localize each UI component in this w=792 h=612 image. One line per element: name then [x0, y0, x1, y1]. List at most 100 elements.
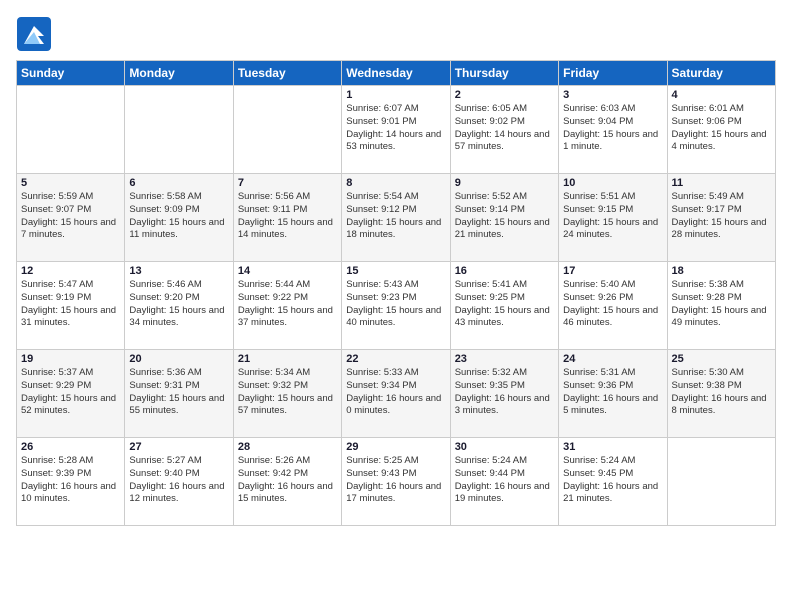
cell-info: Sunrise: 5:51 AM Sunset: 9:15 PM Dayligh… [563, 191, 662, 242]
cell-info: Sunrise: 5:59 AM Sunset: 9:07 PM Dayligh… [21, 191, 120, 242]
day-number: 26 [21, 441, 120, 453]
cell-info: Sunrise: 5:43 AM Sunset: 9:23 PM Dayligh… [346, 279, 445, 330]
calendar-cell: 7 Sunrise: 5:56 AM Sunset: 9:11 PM Daylig… [233, 174, 341, 262]
day-number: 25 [672, 353, 771, 365]
calendar-cell: 14 Sunrise: 5:44 AM Sunset: 9:22 PM Dayli… [233, 262, 341, 350]
calendar-cell [17, 86, 125, 174]
day-number: 1 [346, 89, 445, 101]
calendar-week-5: 26 Sunrise: 5:28 AM Sunset: 9:39 PM Dayli… [17, 438, 776, 526]
day-number: 8 [346, 177, 445, 189]
day-number: 9 [455, 177, 554, 189]
cell-info: Sunrise: 5:32 AM Sunset: 9:35 PM Dayligh… [455, 367, 554, 418]
calendar-cell: 26 Sunrise: 5:28 AM Sunset: 9:39 PM Dayli… [17, 438, 125, 526]
calendar-cell: 22 Sunrise: 5:33 AM Sunset: 9:34 PM Dayli… [342, 350, 450, 438]
logo [16, 16, 54, 52]
day-number: 31 [563, 441, 662, 453]
calendar-cell: 4 Sunrise: 6:01 AM Sunset: 9:06 PM Daylig… [667, 86, 775, 174]
column-header-sunday: Sunday [17, 61, 125, 86]
day-number: 23 [455, 353, 554, 365]
column-header-tuesday: Tuesday [233, 61, 341, 86]
calendar-cell: 30Sunrise: 5:24 AM Sunset: 9:44 PM Dayli… [450, 438, 558, 526]
cell-info: Sunrise: 5:26 AM Sunset: 9:42 PM Dayligh… [238, 455, 337, 506]
day-number: 12 [21, 265, 120, 277]
column-header-thursday: Thursday [450, 61, 558, 86]
calendar-cell: 11 Sunrise: 5:49 AM Sunset: 9:17 PM Dayli… [667, 174, 775, 262]
calendar-cell: 18Sunrise: 5:38 AM Sunset: 9:28 PM Dayli… [667, 262, 775, 350]
cell-info: Sunrise: 5:25 AM Sunset: 9:43 PM Dayligh… [346, 455, 445, 506]
cell-info: Sunrise: 5:56 AM Sunset: 9:11 PM Dayligh… [238, 191, 337, 242]
day-number: 11 [672, 177, 771, 189]
day-number: 27 [129, 441, 228, 453]
cell-info: Sunrise: 6:05 AM Sunset: 9:02 PM Dayligh… [455, 103, 554, 154]
calendar-cell: 21Sunrise: 5:34 AM Sunset: 9:32 PM Dayli… [233, 350, 341, 438]
day-number: 19 [21, 353, 120, 365]
day-number: 28 [238, 441, 337, 453]
calendar-cell: 5 Sunrise: 5:59 AM Sunset: 9:07 PM Daylig… [17, 174, 125, 262]
column-header-wednesday: Wednesday [342, 61, 450, 86]
day-number: 7 [238, 177, 337, 189]
cell-info: Sunrise: 5:49 AM Sunset: 9:17 PM Dayligh… [672, 191, 771, 242]
calendar-cell: 13 Sunrise: 5:46 AM Sunset: 9:20 PM Dayli… [125, 262, 233, 350]
day-number: 10 [563, 177, 662, 189]
column-header-monday: Monday [125, 61, 233, 86]
day-number: 5 [21, 177, 120, 189]
cell-info: Sunrise: 6:07 AM Sunset: 9:01 PM Dayligh… [346, 103, 445, 154]
day-number: 21 [238, 353, 337, 365]
day-number: 2 [455, 89, 554, 101]
cell-info: Sunrise: 5:44 AM Sunset: 9:22 PM Dayligh… [238, 279, 337, 330]
day-number: 6 [129, 177, 228, 189]
calendar-cell [125, 86, 233, 174]
calendar-cell [233, 86, 341, 174]
logo-icon [16, 16, 52, 52]
day-number: 4 [672, 89, 771, 101]
day-number: 16 [455, 265, 554, 277]
calendar-body: 1 Sunrise: 6:07 AM Sunset: 9:01 PM Daylig… [17, 86, 776, 526]
day-number: 13 [129, 265, 228, 277]
cell-info: Sunrise: 5:38 AM Sunset: 9:28 PM Dayligh… [672, 279, 771, 330]
cell-info: Sunrise: 5:30 AM Sunset: 9:38 PM Dayligh… [672, 367, 771, 418]
calendar-cell: 28 Sunrise: 5:26 AM Sunset: 9:42 PM Dayli… [233, 438, 341, 526]
day-number: 15 [346, 265, 445, 277]
cell-info: Sunrise: 5:31 AM Sunset: 9:36 PM Dayligh… [563, 367, 662, 418]
calendar-cell: 29 Sunrise: 5:25 AM Sunset: 9:43 PM Dayli… [342, 438, 450, 526]
day-number: 17 [563, 265, 662, 277]
calendar-cell: 10 Sunrise: 5:51 AM Sunset: 9:15 PM Dayli… [559, 174, 667, 262]
day-number: 29 [346, 441, 445, 453]
day-number: 22 [346, 353, 445, 365]
calendar-cell: 1 Sunrise: 6:07 AM Sunset: 9:01 PM Daylig… [342, 86, 450, 174]
cell-info: Sunrise: 5:52 AM Sunset: 9:14 PM Dayligh… [455, 191, 554, 242]
calendar-cell: 6Sunrise: 5:58 AM Sunset: 9:09 PM Daylig… [125, 174, 233, 262]
calendar-cell: 23 Sunrise: 5:32 AM Sunset: 9:35 PM Dayli… [450, 350, 558, 438]
calendar-week-1: 1 Sunrise: 6:07 AM Sunset: 9:01 PM Daylig… [17, 86, 776, 174]
cell-info: Sunrise: 5:46 AM Sunset: 9:20 PM Dayligh… [129, 279, 228, 330]
calendar-cell: 15 Sunrise: 5:43 AM Sunset: 9:23 PM Dayli… [342, 262, 450, 350]
cell-info: Sunrise: 5:40 AM Sunset: 9:26 PM Dayligh… [563, 279, 662, 330]
calendar-cell: 8 Sunrise: 5:54 AM Sunset: 9:12 PM Daylig… [342, 174, 450, 262]
calendar-week-3: 12Sunrise: 5:47 AM Sunset: 9:19 PM Dayli… [17, 262, 776, 350]
page-header [16, 16, 776, 52]
cell-info: Sunrise: 5:28 AM Sunset: 9:39 PM Dayligh… [21, 455, 120, 506]
calendar-cell: 12Sunrise: 5:47 AM Sunset: 9:19 PM Dayli… [17, 262, 125, 350]
cell-info: Sunrise: 5:33 AM Sunset: 9:34 PM Dayligh… [346, 367, 445, 418]
calendar-cell: 24 Sunrise: 5:31 AM Sunset: 9:36 PM Dayli… [559, 350, 667, 438]
calendar-cell: 25 Sunrise: 5:30 AM Sunset: 9:38 PM Dayli… [667, 350, 775, 438]
cell-info: Sunrise: 5:37 AM Sunset: 9:29 PM Dayligh… [21, 367, 120, 418]
cell-info: Sunrise: 5:27 AM Sunset: 9:40 PM Dayligh… [129, 455, 228, 506]
cell-info: Sunrise: 6:03 AM Sunset: 9:04 PM Dayligh… [563, 103, 662, 154]
cell-info: Sunrise: 5:36 AM Sunset: 9:31 PM Dayligh… [129, 367, 228, 418]
calendar-cell: 16Sunrise: 5:41 AM Sunset: 9:25 PM Dayli… [450, 262, 558, 350]
column-header-saturday: Saturday [667, 61, 775, 86]
calendar-cell: 9 Sunrise: 5:52 AM Sunset: 9:14 PM Daylig… [450, 174, 558, 262]
cell-info: Sunrise: 6:01 AM Sunset: 9:06 PM Dayligh… [672, 103, 771, 154]
day-number: 24 [563, 353, 662, 365]
cell-info: Sunrise: 5:54 AM Sunset: 9:12 PM Dayligh… [346, 191, 445, 242]
day-number: 14 [238, 265, 337, 277]
calendar-header: SundayMondayTuesdayWednesdayThursdayFrid… [17, 61, 776, 86]
calendar-week-4: 19 Sunrise: 5:37 AM Sunset: 9:29 PM Dayli… [17, 350, 776, 438]
calendar-cell: 2 Sunrise: 6:05 AM Sunset: 9:02 PM Daylig… [450, 86, 558, 174]
day-number: 30 [455, 441, 554, 453]
calendar-cell: 27 Sunrise: 5:27 AM Sunset: 9:40 PM Dayli… [125, 438, 233, 526]
calendar-cell: 19 Sunrise: 5:37 AM Sunset: 9:29 PM Dayli… [17, 350, 125, 438]
calendar-cell: 3Sunrise: 6:03 AM Sunset: 9:04 PM Daylig… [559, 86, 667, 174]
calendar-cell [667, 438, 775, 526]
